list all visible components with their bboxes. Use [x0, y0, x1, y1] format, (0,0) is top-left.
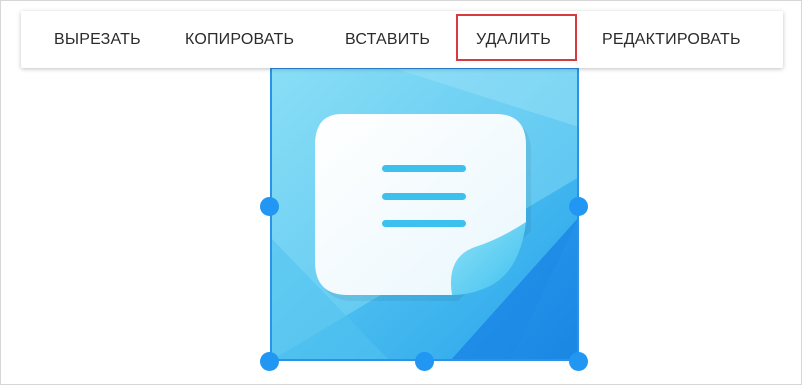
copy-menu-item[interactable]: КОПИРОВАТЬ [185, 11, 294, 68]
notes-document-icon [270, 67, 579, 361]
resize-handle-middle-left[interactable] [260, 197, 279, 216]
resize-handle-bottom-right[interactable] [569, 352, 588, 371]
resize-handle-bottom-middle[interactable] [415, 352, 434, 371]
resize-handle-middle-right[interactable] [569, 197, 588, 216]
context-menu: ВЫРЕЗАТЬ КОПИРОВАТЬ ВСТАВИТЬ УДАЛИТЬ РЕД… [21, 11, 783, 68]
selected-image[interactable] [270, 67, 579, 361]
paste-menu-item[interactable]: ВСТАВИТЬ [345, 11, 430, 68]
resize-handle-bottom-left[interactable] [260, 352, 279, 371]
delete-menu-item[interactable]: УДАЛИТЬ [476, 11, 551, 68]
edit-menu-item[interactable]: РЕДАКТИРОВАТЬ [602, 11, 741, 68]
cut-menu-item[interactable]: ВЫРЕЗАТЬ [54, 11, 141, 68]
